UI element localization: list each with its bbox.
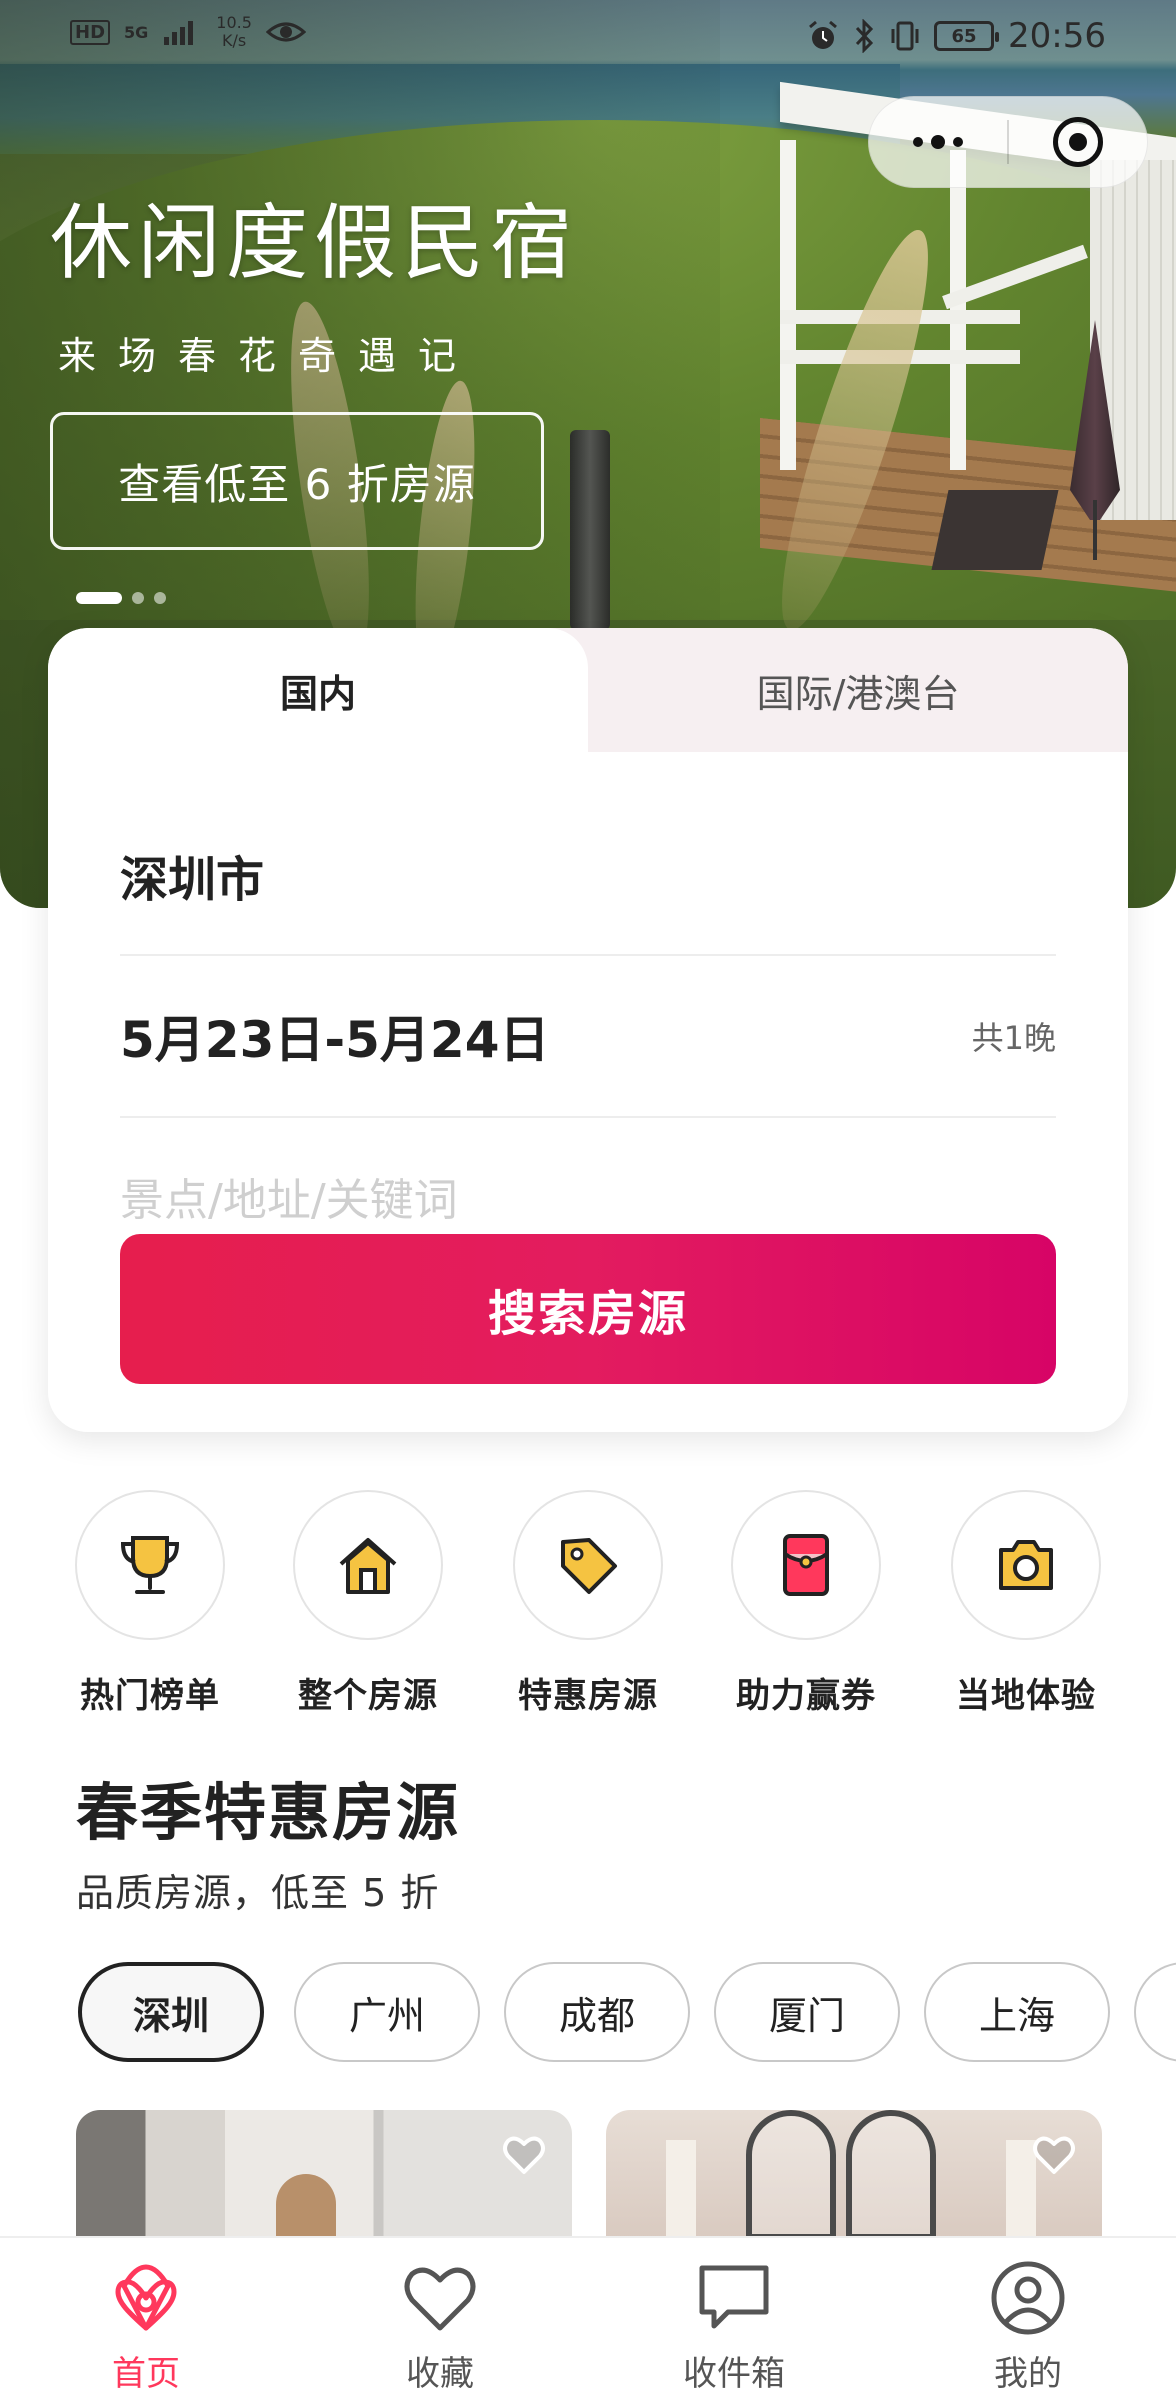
- city-chip-xiamen[interactable]: 厦门: [714, 1962, 900, 2062]
- category-label: 整个房源: [298, 1676, 438, 1716]
- eye-icon: [265, 22, 306, 42]
- section-subtitle: 品质房源，低至 5 折: [76, 1871, 440, 1915]
- city-chip-row: 深圳 广州 成都 厦门 上海: [76, 1962, 1176, 2066]
- signal-icon: [164, 21, 194, 45]
- favorite-heart-icon[interactable]: [500, 2130, 548, 2178]
- vibrate-icon: [891, 21, 919, 51]
- tab-label: 收藏: [406, 2354, 474, 2394]
- trophy-icon: [120, 1536, 180, 1594]
- hero-subtitle: 来场春花奇遇记: [58, 334, 479, 378]
- target-icon: [1052, 117, 1103, 167]
- tab-label: 我的: [994, 2354, 1062, 2394]
- section-title: 春季特惠房源: [76, 1776, 461, 1849]
- hero-cta-button[interactable]: 查看低至 6 折房源: [50, 412, 544, 550]
- chat-bubble-icon: [699, 2265, 769, 2329]
- bluetooth-icon: [855, 19, 874, 53]
- tab-international[interactable]: 国际/港澳台: [588, 628, 1128, 752]
- miniprogram-capsule: [868, 96, 1148, 188]
- status-bar: HD 5G 10.5 K/s 65 20:56: [0, 0, 1176, 72]
- category-label: 特惠房源: [518, 1676, 658, 1716]
- category-experiences[interactable]: 当地体验: [926, 1490, 1126, 1717]
- close-miniprogram-button[interactable]: [1009, 97, 1147, 187]
- airbnb-logo-icon: [115, 2264, 177, 2331]
- category-circle: [513, 1490, 663, 1640]
- bottom-tab-bar: 首页 收藏 收件箱 我的: [0, 2236, 1176, 2400]
- category-deals[interactable]: 特惠房源: [488, 1490, 688, 1717]
- net-speed: 10.5 K/s: [216, 13, 252, 50]
- city-chip-more[interactable]: [1134, 1962, 1176, 2062]
- tag-icon: [561, 1538, 617, 1594]
- carousel-dot: [154, 592, 166, 604]
- city-chip-shenzhen[interactable]: 深圳: [78, 1962, 264, 2062]
- city-chip-guangzhou[interactable]: 广州: [294, 1962, 480, 2062]
- listing-photo-detail: [276, 2174, 336, 2240]
- category-label: 热门榜单: [80, 1676, 220, 1716]
- favorite-heart-icon[interactable]: [1030, 2130, 1078, 2178]
- more-options-button[interactable]: [869, 97, 1007, 187]
- region-tabs: 国内 国际/港澳台: [48, 628, 1128, 752]
- hero-title: 休闲度假民宿: [50, 196, 579, 291]
- more-dots-icon: [913, 135, 963, 149]
- listing-card[interactable]: [606, 2110, 1102, 2240]
- category-coupon[interactable]: 助力赢券: [706, 1490, 906, 1717]
- red-envelope-icon: [783, 1534, 829, 1596]
- hd-indicator: HD: [70, 19, 111, 45]
- hero-chair: [931, 490, 1059, 570]
- category-entire-home[interactable]: 整个房源: [268, 1490, 468, 1717]
- tab-profile[interactable]: 我的: [928, 2258, 1128, 2395]
- battery-indicator: 65: [934, 21, 1000, 51]
- search-button[interactable]: 搜索房源: [120, 1234, 1056, 1384]
- network-type: 5G: [124, 22, 149, 42]
- category-circle: [731, 1490, 881, 1640]
- nights-count: 共1晚: [971, 1019, 1056, 1057]
- category-label: 助力赢券: [736, 1676, 876, 1716]
- category-label: 当地体验: [956, 1676, 1096, 1716]
- listing-card[interactable]: [76, 2110, 572, 2240]
- tab-label: 收件箱: [683, 2354, 785, 2394]
- carousel-dot-active: [76, 592, 122, 604]
- date-range: 5月23日-5月24日: [120, 1011, 550, 1069]
- category-circle: [951, 1490, 1101, 1640]
- tab-label: 首页: [112, 2354, 180, 2394]
- category-row: 热门榜单 整个房源 特惠房源 助力赢券 当地体验: [0, 1490, 1176, 1730]
- city-chip-shanghai[interactable]: 上海: [924, 1962, 1110, 2062]
- carousel-indicator: [76, 592, 166, 604]
- tab-inbox[interactable]: 收件箱: [634, 2258, 834, 2395]
- category-trending[interactable]: 热门榜单: [50, 1490, 250, 1717]
- tab-favorites[interactable]: 收藏: [340, 2258, 540, 2395]
- alarm-icon: [809, 20, 837, 49]
- date-selector[interactable]: 5月23日-5月24日 共1晚: [120, 956, 1056, 1118]
- category-circle: [293, 1490, 443, 1640]
- heart-icon: [404, 2267, 476, 2331]
- house-icon: [339, 1538, 397, 1594]
- search-card: 国内 国际/港澳台 深圳市 5月23日-5月24日 共1晚 搜索房源: [48, 628, 1128, 1432]
- profile-icon: [991, 2261, 1065, 2335]
- city-chip-chengdu[interactable]: 成都: [504, 1962, 690, 2062]
- carousel-dot: [132, 592, 144, 604]
- camera-icon: [999, 1540, 1053, 1590]
- tab-home[interactable]: 首页: [46, 2258, 246, 2395]
- city-selector[interactable]: 深圳市: [120, 796, 1056, 956]
- category-circle: [75, 1490, 225, 1640]
- tab-domestic[interactable]: 国内: [48, 628, 588, 752]
- clock: 20:56: [1008, 16, 1106, 56]
